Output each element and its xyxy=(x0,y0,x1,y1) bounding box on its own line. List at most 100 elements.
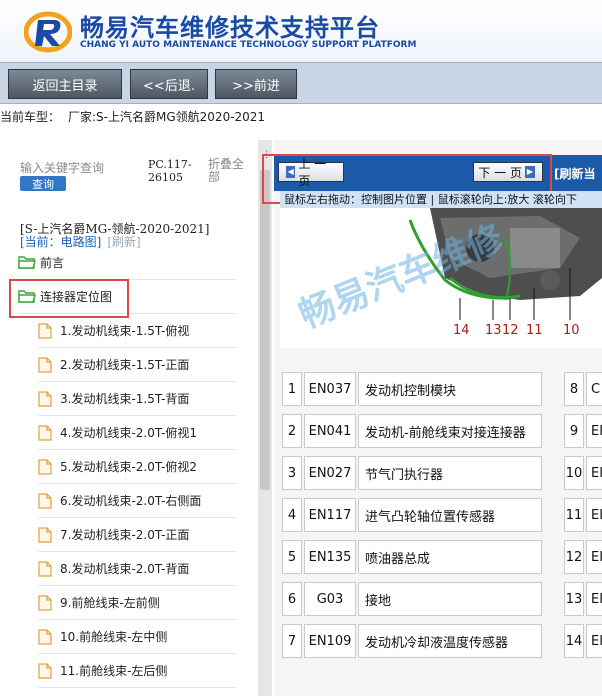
viewer-toolbar: ◀ 上 一 页 下 一 页 ▶ [刷新当 xyxy=(262,154,602,204)
document-icon xyxy=(38,390,58,407)
cell-code: EI xyxy=(586,582,602,616)
current-car-value: 厂家:S-上汽名爵MG领航2020-2021 xyxy=(68,110,266,124)
splitter-scroll-thumb[interactable] xyxy=(260,170,270,490)
cell-index: 4 xyxy=(282,498,302,532)
back-to-main-button[interactable]: 返回主目录 xyxy=(8,69,122,99)
tree-doc-item[interactable]: 7.发动机线束-2.0T-正面 xyxy=(38,518,236,552)
tree-doc-item[interactable]: 9.前舱线束-左前侧 xyxy=(38,586,236,620)
document-icon xyxy=(38,628,58,645)
left-panel: 查询 PC.117-26105 折叠全部 [S-上汽名爵MG-领航-2020-2… xyxy=(0,140,258,696)
cell-code: G03 xyxy=(304,582,356,616)
current-car-label: 当前车型： xyxy=(0,110,61,124)
cell-code: EN041 xyxy=(304,414,356,448)
table-row: 3 EN027 节气门执行器 10 EI xyxy=(282,456,602,490)
document-icon xyxy=(38,560,58,577)
panel-splitter[interactable]: ⋮ xyxy=(258,140,272,696)
app-title: 畅易汽车维修技术支持平台 xyxy=(80,14,380,42)
tree-folder-label: 前言 xyxy=(40,256,65,270)
tree-doc-item[interactable]: 5.发动机线束-2.0T-俯视2 xyxy=(38,450,236,484)
callout-label: 14 xyxy=(453,323,470,338)
document-icon xyxy=(38,322,58,339)
refresh-current-link[interactable]: [刷新当 xyxy=(554,165,596,182)
document-icon xyxy=(38,492,58,509)
cell-code: EI xyxy=(586,456,602,490)
logo-icon xyxy=(24,11,72,53)
nav-bar: 返回主目录 <<后退. >>前进 xyxy=(0,62,602,104)
tree-doc-label: 6.发动机线束-2.0T-右侧面 xyxy=(60,494,202,508)
tree-folder-preface[interactable]: 前言 xyxy=(18,246,236,280)
tree-doc-label: 9.前舱线束-左前侧 xyxy=(60,596,160,610)
document-icon xyxy=(38,424,58,441)
cell-index: 8 xyxy=(564,372,584,406)
connector-diagram[interactable]: 14 13 12 11 10 畅易汽车维修 xyxy=(280,208,602,348)
tree-doc-label: 10.前舱线束-左中侧 xyxy=(60,630,168,644)
cell-index: 1 xyxy=(282,372,302,406)
tree-doc-label: 4.发动机线束-2.0T-俯视1 xyxy=(60,426,198,440)
cell-index: 14 xyxy=(564,624,584,658)
cell-code: EN037 xyxy=(304,372,356,406)
folder-open-icon xyxy=(18,255,38,271)
tree-doc-label: 5.发动机线束-2.0T-俯视2 xyxy=(60,460,198,474)
cell-index: 13 xyxy=(564,582,584,616)
document-icon xyxy=(38,356,58,373)
cell-code: EN135 xyxy=(304,540,356,574)
app-subtitle: CHANG YI AUTO MAINTENANCE TECHNOLOGY SUP… xyxy=(80,40,417,50)
pc-code: PC.117-26105 xyxy=(148,158,192,184)
cell-code: EI xyxy=(586,624,602,658)
document-icon xyxy=(38,458,58,475)
highlight-box xyxy=(9,279,129,318)
cell-name: 进气凸轮轴位置传感器 xyxy=(358,498,542,532)
cell-code: EI xyxy=(586,414,602,448)
document-icon xyxy=(38,594,58,611)
cell-index: 2 xyxy=(282,414,302,448)
cell-name: 发动机控制模块 xyxy=(358,372,542,406)
collapse-all-button[interactable]: 折叠全部 xyxy=(208,158,248,184)
callout-label: 10 xyxy=(563,323,580,338)
tree-doc-label: 1.发动机线束-1.5T-俯视 xyxy=(60,324,190,338)
cell-code: C xyxy=(586,372,602,406)
cell-index: 7 xyxy=(282,624,302,658)
tree-doc-item[interactable]: 8.发动机线束-2.0T-背面 xyxy=(38,552,236,586)
tree-doc-label: 2.发动机线束-1.5T-正面 xyxy=(60,358,190,372)
viewer-hint-bar: 鼠标左右拖动：控制图片位置 | 鼠标滚轮向上:放大 滚轮向下 xyxy=(280,191,602,208)
back-button[interactable]: <<后退. xyxy=(130,69,208,99)
cell-index: 11 xyxy=(564,498,584,532)
tree-doc-item[interactable]: 4.发动机线束-2.0T-俯视1 xyxy=(38,416,236,450)
forward-button[interactable]: >>前进 xyxy=(215,69,297,99)
cell-name: 节气门执行器 xyxy=(358,456,542,490)
tree-doc-item[interactable]: 6.发动机线束-2.0T-右侧面 xyxy=(38,484,236,518)
cell-code: EN109 xyxy=(304,624,356,658)
cell-code: EN027 xyxy=(304,456,356,490)
tree-doc-label: 7.发动机线束-2.0T-正面 xyxy=(60,528,190,542)
cell-code: EN117 xyxy=(304,498,356,532)
search-input[interactable] xyxy=(20,160,116,176)
tree-doc-label: 3.发动机线束-1.5T-背面 xyxy=(60,392,190,406)
tree-doc-label: 8.发动机线束-2.0T-背面 xyxy=(60,562,190,576)
callout-label: 12 xyxy=(502,323,519,338)
callout-label: 13 xyxy=(485,323,502,338)
tree-doc-item[interactable]: 2.发动机线束-1.5T-正面 xyxy=(38,348,236,382)
cell-code: EI xyxy=(586,498,602,532)
tree-doc-item[interactable]: 11.前舱线束-左后侧 xyxy=(38,654,236,688)
app-root: 畅易汽车维修技术支持平台 CHANG YI AUTO MAINTENANCE T… xyxy=(0,0,602,696)
app-header: 畅易汽车维修技术支持平台 CHANG YI AUTO MAINTENANCE T… xyxy=(0,0,602,62)
search-button[interactable]: 查询 xyxy=(20,176,66,191)
cell-index: 9 xyxy=(564,414,584,448)
viewer-panel: ◀ 上 一 页 下 一 页 ▶ [刷新当 鼠标左右拖动：控制图片位置 | 鼠标滚轮向… xyxy=(262,140,602,696)
tree-doc-item[interactable]: 3.发动机线束-1.5T-背面 xyxy=(38,382,236,416)
cell-name: 喷油器总成 xyxy=(358,540,542,574)
tree-doc-label: 11.前舱线束-左后侧 xyxy=(60,664,168,678)
table-row: 6 G03 接地 13 EI xyxy=(282,582,602,616)
cell-code: EI xyxy=(586,540,602,574)
cell-index: 12 xyxy=(564,540,584,574)
table-row: 2 EN041 发动机-前舱线束对接连接器 9 EI xyxy=(282,414,602,448)
tree-doc-item[interactable]: 10.前舱线束-左中侧 xyxy=(38,620,236,654)
tree-doc-item[interactable]: 1.发动机线束-1.5T-俯视 xyxy=(38,314,236,348)
cell-index: 6 xyxy=(282,582,302,616)
cell-name: 发动机冷却液温度传感器 xyxy=(358,624,542,658)
cell-name: 接地 xyxy=(358,582,542,616)
cell-index: 3 xyxy=(282,456,302,490)
table-row: 1 EN037 发动机控制模块 8 C xyxy=(282,372,602,406)
cell-name: 发动机-前舱线束对接连接器 xyxy=(358,414,542,448)
document-icon xyxy=(38,526,58,543)
